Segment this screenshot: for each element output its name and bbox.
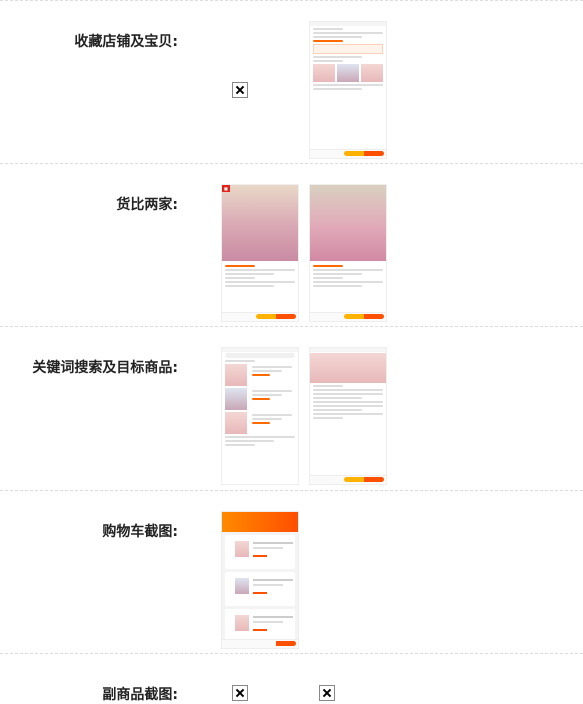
shop-tag: ■ [222, 185, 230, 192]
section-label-search: 关键词搜索及目标商品: [32, 360, 178, 376]
screenshot-favorites[interactable] [310, 22, 386, 158]
screenshot-compare-1[interactable]: ■ [222, 185, 298, 321]
section-label-favorites: 收藏店铺及宝贝: [74, 34, 178, 50]
section-cart: 购物车截图: [0, 490, 583, 653]
section-favorites: 收藏店铺及宝贝: [0, 0, 583, 163]
screenshot-compare-2[interactable] [310, 185, 386, 321]
broken-image-icon [232, 685, 248, 701]
section-label-cart: 购物车截图: [102, 524, 178, 540]
section-search: 关键词搜索及目标商品: [0, 326, 583, 490]
screenshot-search-target[interactable] [310, 348, 386, 484]
broken-image-icon [319, 685, 335, 701]
section-label-compare: 货比两家: [116, 197, 178, 213]
screenshot-search-results[interactable] [222, 348, 298, 484]
section-sub-product: 副商品截图: [0, 653, 583, 703]
screenshot-cart[interactable] [222, 512, 298, 648]
section-compare: 货比两家: ■ [0, 163, 583, 326]
broken-image-icon [232, 82, 248, 98]
section-label-sub-product: 副商品截图: [102, 687, 178, 703]
